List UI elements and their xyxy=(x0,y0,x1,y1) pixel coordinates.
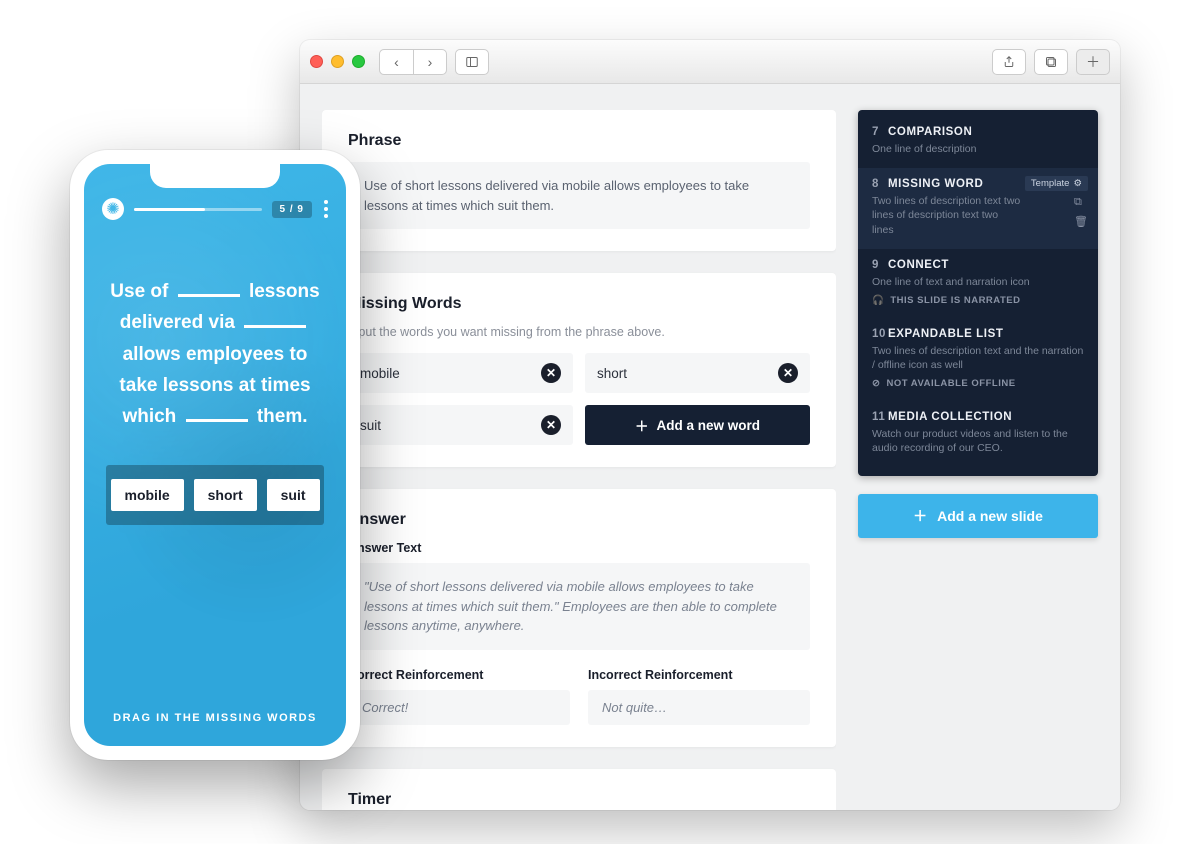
plus-icon: ＋ xyxy=(635,415,649,435)
answer-title: Answer xyxy=(348,511,810,529)
draggable-word[interactable]: mobile xyxy=(111,479,184,511)
draggable-word[interactable]: suit xyxy=(267,479,320,511)
share-button[interactable] xyxy=(992,49,1026,75)
slide-item-media-collection[interactable]: 11MEDIA COLLECTION Watch our product vid… xyxy=(858,401,1098,467)
panel-icon xyxy=(466,56,478,68)
slide-item-missing-word[interactable]: Template ⚙ ⧉ 🗑 8MISSING WORD Two lines o… xyxy=(858,168,1098,249)
remove-word-icon[interactable]: ✕ xyxy=(541,363,561,383)
blank-slot[interactable] xyxy=(178,294,240,297)
tabs-icon xyxy=(1045,56,1057,68)
delete-slide-icon[interactable]: 🗑 xyxy=(1074,215,1088,228)
slide-item-expandable-list[interactable]: 10EXPANDABLE LIST Two lines of descripti… xyxy=(858,318,1098,401)
nav-forward-button[interactable]: › xyxy=(413,49,447,75)
incorrect-reinforcement-input[interactable]: Not quite… xyxy=(588,690,810,725)
tabs-button[interactable] xyxy=(1034,49,1068,75)
maximize-window-icon[interactable] xyxy=(352,55,365,68)
word-chip[interactable]: short ✕ xyxy=(585,353,810,393)
fill-in-sentence: Use of lessons delivered via allows empl… xyxy=(84,220,346,433)
share-icon xyxy=(1003,56,1015,68)
close-window-icon[interactable] xyxy=(310,55,323,68)
word-chip-label: short xyxy=(597,366,627,381)
word-chip[interactable]: mobile ✕ xyxy=(348,353,573,393)
slide-item-comparison[interactable]: 7COMPARISON One line of description xyxy=(858,116,1098,168)
gear-icon: ⚙ xyxy=(1073,178,1082,189)
missing-words-card: Missing Words Input the words you want m… xyxy=(322,273,836,467)
word-chip[interactable]: suit ✕ xyxy=(348,405,573,445)
add-word-label: Add a new word xyxy=(656,418,760,433)
word-tray: mobile short suit xyxy=(106,465,324,525)
add-word-button[interactable]: ＋ Add a new word xyxy=(585,405,810,445)
slide-item-connect[interactable]: 9CONNECT One line of text and narration … xyxy=(858,249,1098,318)
window-controls xyxy=(310,55,365,68)
template-badge[interactable]: Template ⚙ xyxy=(1025,176,1088,191)
phrase-card: Phrase Use of short lessons delivered vi… xyxy=(322,110,836,251)
browser-titlebar: ‹ › ＋ xyxy=(300,40,1120,84)
sidebar-toggle-button[interactable] xyxy=(455,49,489,75)
editor-column: Phrase Use of short lessons delivered vi… xyxy=(322,110,836,810)
incorrect-reinforcement-label: Incorrect Reinforcement xyxy=(588,668,810,682)
drag-instruction: DRAG IN THE MISSING WORDS xyxy=(84,694,346,746)
answer-text-label: Answer Text xyxy=(348,541,810,555)
phone-notch xyxy=(150,164,280,188)
slide-panel: 7COMPARISON One line of description Temp… xyxy=(858,110,1098,476)
progress-bar xyxy=(134,208,262,211)
phone-screen: ✺ 5 / 9 Use of lessons delivered via all… xyxy=(84,164,346,746)
blank-slot[interactable] xyxy=(244,325,306,328)
add-slide-label: Add a new slide xyxy=(937,508,1043,524)
slide-list-column: 7COMPARISON One line of description Temp… xyxy=(858,110,1098,810)
answer-card: Answer Answer Text "Use of short lessons… xyxy=(322,489,836,747)
draggable-word[interactable]: short xyxy=(194,479,257,511)
phrase-input[interactable]: Use of short lessons delivered via mobil… xyxy=(348,162,810,229)
remove-word-icon[interactable]: ✕ xyxy=(541,415,561,435)
timer-card: Timer xyxy=(322,769,836,811)
word-chip-label: mobile xyxy=(360,366,400,381)
word-chip-label: suit xyxy=(360,418,381,433)
phrase-title: Phrase xyxy=(348,132,810,150)
plus-icon: ＋ xyxy=(913,506,927,526)
correct-reinforcement-input[interactable]: Correct! xyxy=(348,690,570,725)
offline-icon: ⊘ xyxy=(872,378,880,389)
timer-title: Timer xyxy=(348,791,810,809)
answer-text-input[interactable]: "Use of short lessons delivered via mobi… xyxy=(348,563,810,650)
minimize-window-icon[interactable] xyxy=(331,55,344,68)
correct-reinforcement-label: Correct Reinforcement xyxy=(348,668,570,682)
phone-preview: ✺ 5 / 9 Use of lessons delivered via all… xyxy=(70,150,360,760)
browser-window: ‹ › ＋ Phrase Use of short lessons delive… xyxy=(300,40,1120,810)
nav-back-button[interactable]: ‹ xyxy=(379,49,413,75)
missing-words-title: Missing Words xyxy=(348,295,810,313)
blank-slot[interactable] xyxy=(186,419,248,422)
missing-words-sub: Input the words you want missing from th… xyxy=(348,325,810,339)
remove-word-icon[interactable]: ✕ xyxy=(778,363,798,383)
headphones-icon: 🎧 xyxy=(872,295,884,306)
add-slide-button[interactable]: ＋ Add a new slide xyxy=(858,494,1098,538)
new-tab-button[interactable]: ＋ xyxy=(1076,49,1110,75)
duplicate-slide-icon[interactable]: ⧉ xyxy=(1074,196,1088,209)
